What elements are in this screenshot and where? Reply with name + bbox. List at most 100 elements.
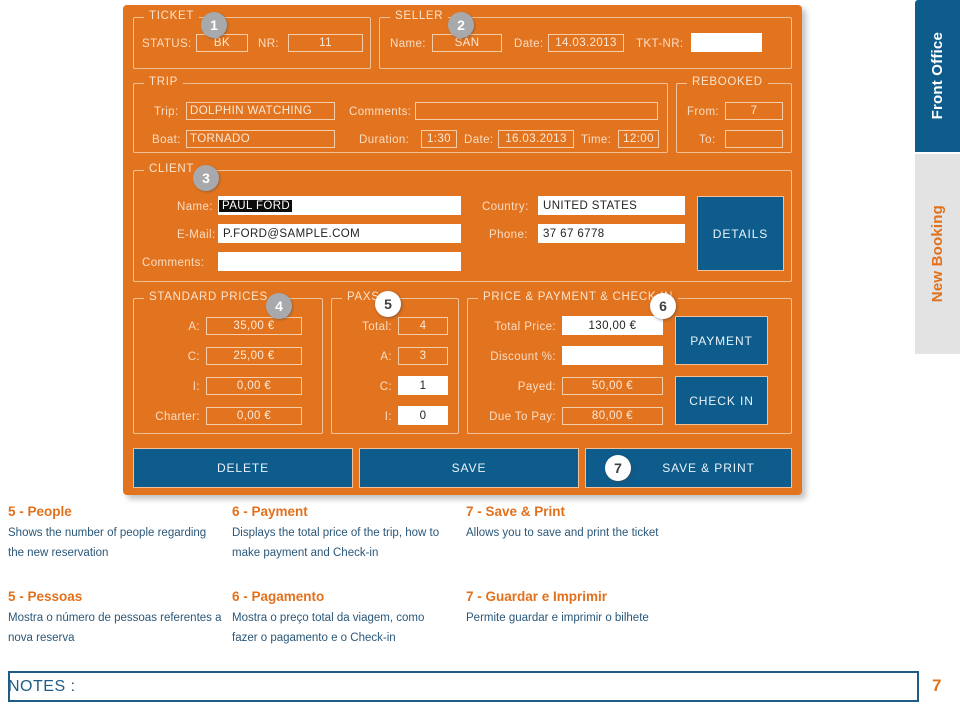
seller-name-field[interactable]: SAN <box>432 34 502 52</box>
caption-body: Displays the total price of the trip, ho… <box>232 527 440 559</box>
payment-row-field[interactable]: 80,00 € <box>562 407 663 425</box>
price-row-field[interactable]: 25,00 € <box>206 347 302 365</box>
payment-row-field[interactable]: 50,00 € <box>562 377 663 395</box>
price-row-label: I: <box>192 381 200 393</box>
save-and-print-label: SAVE & PRINT <box>662 461 755 475</box>
standard-prices-legend: STANDARD PRICES <box>144 291 273 303</box>
rebooked-from-label: From: <box>687 106 720 118</box>
caption-title: 7 - Guardar e Imprimir <box>466 589 608 604</box>
paxs-row-label: A: <box>380 351 392 363</box>
boat-label: Boat: <box>152 134 181 146</box>
check-in-button[interactable]: CHECK IN <box>675 376 768 425</box>
client-legend: CLIENT <box>144 163 200 175</box>
tab-front-office[interactable]: Front Office <box>915 0 960 152</box>
paxs-row-field[interactable]: 3 <box>398 347 448 365</box>
price-payment-checkin-group: PRICE & PAYMENT & CHECK IN Total Price: … <box>467 291 792 434</box>
caption-body: Mostra o preço total da viagem, como faz… <box>232 612 425 644</box>
caption-en-5: 5 - People Shows the number of people re… <box>8 504 223 564</box>
client-name-label: Name: <box>177 201 213 213</box>
callout-badge-4: 4 <box>266 293 292 319</box>
price-row-label: C: <box>187 351 200 363</box>
tkt-nr-field[interactable] <box>691 33 762 52</box>
rebooked-to-field[interactable] <box>725 130 783 148</box>
duration-field[interactable]: 1:30 <box>421 130 457 148</box>
seller-date-field[interactable]: 14.03.2013 <box>548 34 624 52</box>
caption-title: 6 - Payment <box>232 504 308 519</box>
rebooked-from-field[interactable]: 7 <box>725 102 783 120</box>
booking-form-window: TICKET STATUS: BK NR: 11 1 SELLER Name: … <box>123 5 802 495</box>
payment-row-label: Discount %: <box>490 351 556 363</box>
status-label: STATUS: <box>142 38 192 50</box>
client-phone-field[interactable]: 37 67 6778 <box>538 224 685 243</box>
paxs-row-field[interactable]: 1 <box>398 376 448 395</box>
caption-en-6: 6 - Payment Displays the total price of … <box>232 504 447 564</box>
trip-comments-label: Comments: <box>349 106 412 118</box>
delete-button[interactable]: DELETE <box>133 448 353 488</box>
payment-row-label: Payed: <box>517 381 556 393</box>
payment-row-field[interactable] <box>562 346 663 365</box>
client-group: CLIENT Name: PAUL FORD E-Mail: P.FORD@SA… <box>133 163 792 282</box>
client-phone-label: Phone: <box>489 229 528 241</box>
client-name-field[interactable]: PAUL FORD <box>218 196 461 215</box>
caption-title: 7 - Save & Print <box>466 504 566 519</box>
trip-name-field[interactable]: DOLPHIN WATCHING <box>186 102 335 120</box>
paxs-group: PAXS Total: 4 A: 3 C: 1 I: 0 <box>331 291 459 434</box>
ticket-group: TICKET STATUS: BK NR: 11 <box>133 10 371 69</box>
payment-row-label: Total Price: <box>494 321 556 333</box>
tab-front-office-label: Front Office <box>929 32 946 120</box>
caption-pt-5: 5 - Pessoas Mostra o número de pessoas r… <box>8 589 223 649</box>
nr-field[interactable]: 11 <box>288 34 363 52</box>
seller-date-label: Date: <box>514 38 544 50</box>
notes-input[interactable] <box>8 671 919 702</box>
notes-label: NOTES : <box>8 678 76 695</box>
trip-time-field[interactable]: 12:00 <box>618 130 659 148</box>
status-field[interactable]: BK <box>196 34 248 52</box>
trip-group: TRIP Trip: DOLPHIN WATCHING Boat: TORNAD… <box>133 76 668 153</box>
page-root: Front Office New Booking TICKET STATUS: … <box>0 0 960 708</box>
client-email-field[interactable]: P.FORD@SAMPLE.COM <box>218 224 461 243</box>
save-button[interactable]: SAVE <box>359 448 579 488</box>
trip-comments-field[interactable] <box>415 102 658 120</box>
paxs-row-label: C: <box>379 381 392 393</box>
tab-new-booking[interactable]: New Booking <box>915 154 960 354</box>
trip-date-label: Date: <box>464 134 494 146</box>
caption-body: Mostra o número de pessoas referentes a … <box>8 612 222 644</box>
client-country-field[interactable]: UNITED STATES <box>538 196 685 215</box>
caption-pt-6: 6 - Pagamento Mostra o preço total da vi… <box>232 589 447 649</box>
trip-time-label: Time: <box>581 134 612 146</box>
caption-title: 5 - Pessoas <box>8 589 83 604</box>
callout-badge-3: 3 <box>193 165 219 191</box>
price-row-field[interactable]: 0,00 € <box>206 407 302 425</box>
caption-en-7: 7 - Save & Print Allows you to save and … <box>466 504 696 544</box>
client-name-value: PAUL FORD <box>219 199 293 212</box>
client-email-label: E-Mail: <box>177 229 216 241</box>
details-button[interactable]: DETAILS <box>697 196 784 271</box>
caption-body: Allows you to save and print the ticket <box>466 527 659 539</box>
price-row-field[interactable]: 0,00 € <box>206 377 302 395</box>
paxs-row-field[interactable]: 0 <box>398 406 448 425</box>
boat-field[interactable]: TORNADO <box>186 130 335 148</box>
payment-button[interactable]: PAYMENT <box>675 316 768 365</box>
payment-row-label: Due To Pay: <box>489 411 556 423</box>
caption-pt-7: 7 - Guardar e Imprimir Permite guardar e… <box>466 589 706 629</box>
caption-title: 6 - Pagamento <box>232 589 325 604</box>
trip-date-field[interactable]: 16.03.2013 <box>498 130 574 148</box>
callout-badge-6: 6 <box>650 293 676 319</box>
payment-row-field[interactable]: 130,00 € <box>562 316 663 335</box>
client-country-label: Country: <box>482 201 529 213</box>
standard-prices-group: STANDARD PRICES A: 35,00 € C: 25,00 € I:… <box>133 291 323 434</box>
price-payment-legend: PRICE & PAYMENT & CHECK IN <box>478 291 679 303</box>
seller-group: SELLER Name: SAN Date: 14.03.2013 TKT-NR… <box>379 10 792 69</box>
page-number: 7 <box>932 676 942 695</box>
seller-legend: SELLER <box>390 10 449 22</box>
client-comments-field[interactable] <box>218 252 461 271</box>
paxs-row-field[interactable]: 4 <box>398 317 448 335</box>
price-row-label: Charter: <box>155 411 200 423</box>
callout-badge-2: 2 <box>448 12 474 38</box>
tab-new-booking-label: New Booking <box>929 205 946 303</box>
trip-legend: TRIP <box>144 76 183 88</box>
callout-badge-5: 5 <box>375 291 401 317</box>
callout-badge-7: 7 <box>605 455 631 481</box>
price-row-field[interactable]: 35,00 € <box>206 317 302 335</box>
caption-body: Shows the number of people regarding the… <box>8 527 207 559</box>
